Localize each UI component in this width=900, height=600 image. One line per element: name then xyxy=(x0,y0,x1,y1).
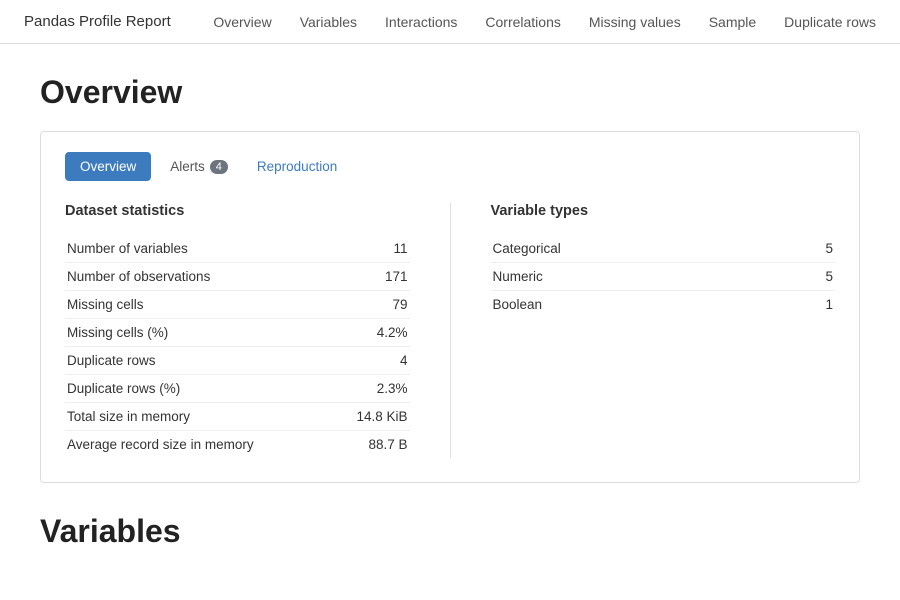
stat-label: Missing cells (%) xyxy=(65,319,332,347)
overview-card: Overview Alerts 4 Reproduction Dataset s… xyxy=(40,131,860,483)
stat-label: Duplicate rows (%) xyxy=(65,375,332,403)
variables-heading: Variables xyxy=(40,513,860,550)
table-row: Total size in memory 14.8 KiB xyxy=(65,403,410,431)
vtype-value: 5 xyxy=(788,263,835,291)
vtype-label: Numeric xyxy=(491,263,788,291)
dataset-stats-title: Dataset statistics xyxy=(65,203,410,225)
overview-heading: Overview xyxy=(40,74,860,111)
table-row: Number of variables 11 xyxy=(65,235,410,263)
table-row: Missing cells (%) 4.2% xyxy=(65,319,410,347)
main-nav: Overview Variables Interactions Correlat… xyxy=(213,14,876,30)
tab-bar: Overview Alerts 4 Reproduction xyxy=(65,152,835,181)
stats-container: Dataset statistics Number of variables 1… xyxy=(65,203,835,458)
column-divider xyxy=(450,203,451,458)
vtype-label: Boolean xyxy=(491,291,788,319)
stat-value: 4.2% xyxy=(332,319,409,347)
nav-variables[interactable]: Variables xyxy=(300,14,357,30)
stat-value: 11 xyxy=(332,235,409,263)
table-row: Duplicate rows (%) 2.3% xyxy=(65,375,410,403)
nav-sample[interactable]: Sample xyxy=(709,14,756,30)
stat-value: 88.7 B xyxy=(332,431,409,459)
stat-value: 2.3% xyxy=(332,375,409,403)
tab-overview[interactable]: Overview xyxy=(65,152,151,181)
dataset-stats-table: Number of variables 11 Number of observa… xyxy=(65,235,410,458)
nav-overview[interactable]: Overview xyxy=(213,14,271,30)
stat-label: Average record size in memory xyxy=(65,431,332,459)
nav-interactions[interactable]: Interactions xyxy=(385,14,457,30)
table-row: Boolean 1 xyxy=(491,291,836,319)
main-content: Overview Overview Alerts 4 Reproduction … xyxy=(0,44,900,570)
stat-label: Number of observations xyxy=(65,263,332,291)
stat-value: 79 xyxy=(332,291,409,319)
nav-duplicate-rows[interactable]: Duplicate rows xyxy=(784,14,876,30)
vtype-label: Categorical xyxy=(491,235,788,263)
vtype-value: 1 xyxy=(788,291,835,319)
stat-label: Number of variables xyxy=(65,235,332,263)
table-row: Number of observations 171 xyxy=(65,263,410,291)
stat-value: 14.8 KiB xyxy=(332,403,409,431)
table-row: Missing cells 79 xyxy=(65,291,410,319)
stat-value: 4 xyxy=(332,347,409,375)
variable-types-table: Categorical 5 Numeric 5 Boolean 1 xyxy=(491,235,836,318)
variable-types-title: Variable types xyxy=(491,203,836,225)
table-row: Categorical 5 xyxy=(491,235,836,263)
nav-correlations[interactable]: Correlations xyxy=(485,14,560,30)
stat-label: Total size in memory xyxy=(65,403,332,431)
stat-label: Duplicate rows xyxy=(65,347,332,375)
tab-reproduction[interactable]: Reproduction xyxy=(247,152,347,181)
alerts-badge: 4 xyxy=(210,160,228,174)
vtype-value: 5 xyxy=(788,235,835,263)
stat-label: Missing cells xyxy=(65,291,332,319)
dataset-statistics-section: Dataset statistics Number of variables 1… xyxy=(65,203,410,458)
tab-alerts[interactable]: Alerts 4 xyxy=(155,152,243,181)
table-row: Numeric 5 xyxy=(491,263,836,291)
nav-missing-values[interactable]: Missing values xyxy=(589,14,681,30)
stat-value: 171 xyxy=(332,263,409,291)
table-row: Duplicate rows 4 xyxy=(65,347,410,375)
table-row: Average record size in memory 88.7 B xyxy=(65,431,410,459)
brand-title: Pandas Profile Report xyxy=(24,13,171,30)
variable-types-section: Variable types Categorical 5 Numeric 5 B… xyxy=(491,203,836,458)
header: Pandas Profile Report Overview Variables… xyxy=(0,0,900,44)
